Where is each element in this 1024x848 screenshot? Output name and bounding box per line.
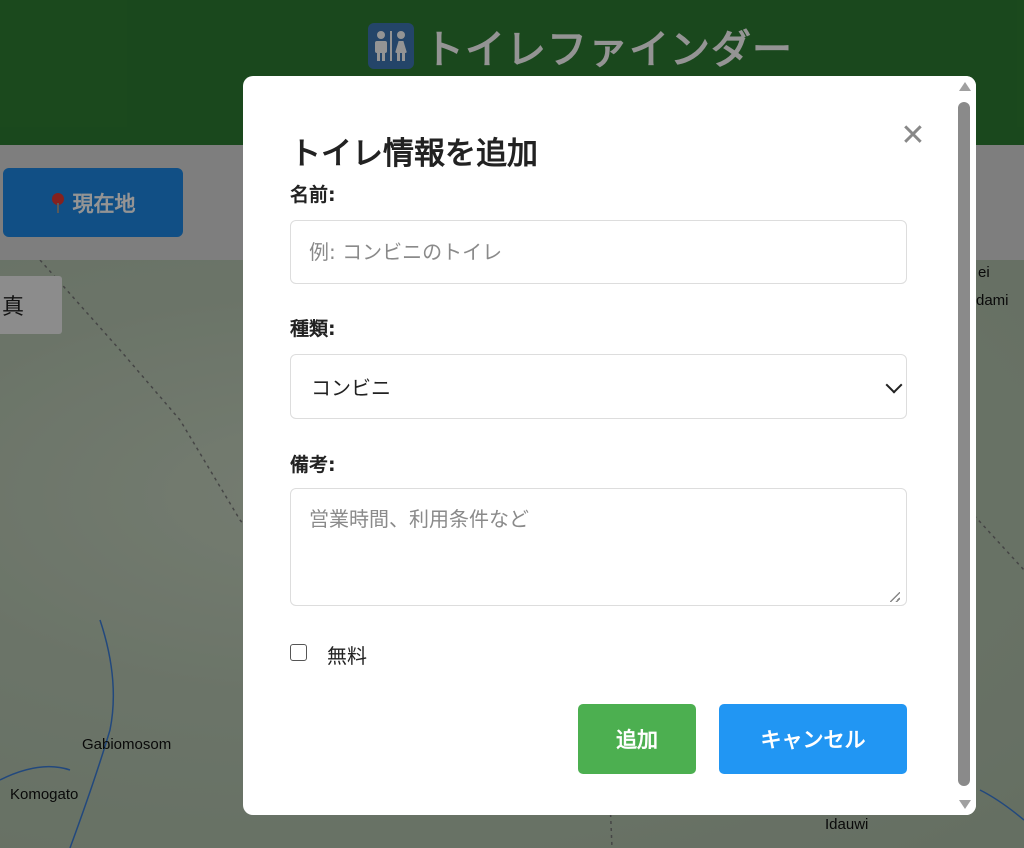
notes-label: 備考: bbox=[290, 454, 336, 476]
free-checkbox[interactable] bbox=[290, 644, 307, 661]
scroll-down-arrow-icon[interactable] bbox=[959, 800, 971, 809]
close-icon[interactable]: ✕ bbox=[899, 121, 927, 151]
type-select[interactable]: コンビニ bbox=[290, 354, 907, 419]
scroll-thumb[interactable] bbox=[958, 102, 970, 786]
type-selected-value: コンビニ bbox=[311, 376, 391, 400]
cancel-button[interactable]: キャンセル bbox=[719, 704, 907, 774]
chevron-down-icon bbox=[885, 376, 903, 394]
name-label: 名前: bbox=[290, 184, 336, 206]
add-toilet-modal: トイレ情報を追加 ✕ 名前: 種類: コンビニ 備考: 無料 追加 キャンセル bbox=[243, 76, 976, 815]
type-label: 種類: bbox=[290, 318, 336, 340]
modal-title: トイレ情報を追加 bbox=[290, 136, 538, 172]
modal-scrollbar[interactable] bbox=[954, 76, 976, 815]
resize-handle-icon[interactable] bbox=[890, 592, 900, 602]
free-label[interactable]: 無料 bbox=[327, 640, 367, 669]
scroll-up-arrow-icon[interactable] bbox=[959, 82, 971, 91]
name-input[interactable] bbox=[290, 220, 907, 284]
add-button[interactable]: 追加 bbox=[578, 704, 696, 774]
notes-textarea[interactable] bbox=[290, 488, 907, 606]
